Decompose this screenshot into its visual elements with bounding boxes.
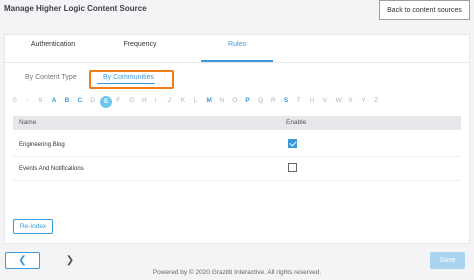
table-header: Name Enable: [13, 116, 461, 130]
table-row: Events And Notifications: [13, 157, 461, 181]
alphabet-letter-a[interactable]: A: [52, 97, 57, 104]
column-header-enable: Enable: [286, 119, 307, 126]
tab-rules[interactable]: Rules: [217, 41, 257, 48]
subtab-active-indicator: [97, 83, 155, 84]
enable-checkbox[interactable]: [288, 163, 297, 172]
chevron-left-icon: ❮: [18, 255, 27, 266]
page-title: Manage Higher Logic Content Source: [4, 4, 147, 13]
alphabet-letter-9[interactable]: 9: [39, 97, 43, 104]
table-row: Engineering Blog: [13, 133, 461, 157]
alphabet-letter-y[interactable]: Y: [361, 97, 365, 104]
alphabet-letter-u[interactable]: U: [310, 97, 315, 104]
alphabet-letter-w[interactable]: W: [336, 97, 342, 104]
alphabet-letter-g[interactable]: G: [129, 97, 134, 104]
back-to-content-sources-button[interactable]: Back to content sources: [379, 0, 470, 20]
alphabet-letter-t[interactable]: T: [297, 97, 301, 104]
subtab-by-communities[interactable]: By Communities: [89, 70, 174, 89]
alphabet-letter-j[interactable]: J: [168, 97, 171, 104]
alphabet-letter-r[interactable]: R: [271, 97, 276, 104]
chevron-right-icon: ❯: [65, 255, 75, 266]
alphabet-filter: 0 - 9 A B CDEF G H I J K L MN O P Q R S T U V WX Y Z: [13, 96, 393, 109]
alphabet-letter-z[interactable]: Z: [374, 97, 378, 104]
alphabet-letter-h[interactable]: H: [142, 97, 147, 104]
alphabet-letter-q[interactable]: Q: [258, 97, 263, 104]
tab-divider: [5, 62, 469, 63]
next-button[interactable]: ❯: [62, 252, 78, 269]
row-name: Engineering Blog: [19, 142, 65, 148]
alphabet-letter-e[interactable]: E: [100, 96, 113, 108]
alphabet-letter-i[interactable]: I: [155, 97, 157, 104]
alphabet-letter-d[interactable]: D: [90, 97, 95, 104]
header: Manage Higher Logic Content Source Back …: [0, 0, 474, 24]
alphabet-letter-k[interactable]: K: [181, 97, 185, 104]
enable-checkbox[interactable]: [288, 139, 297, 148]
tab-authentication[interactable]: Authentication: [27, 41, 79, 48]
column-header-name: Name: [19, 119, 37, 126]
rules-card: Authentication Frequency Rules By Conten…: [4, 34, 470, 244]
alphabet-letter-n[interactable]: N: [219, 97, 224, 104]
alphabet-letter-s[interactable]: S: [284, 97, 288, 104]
alphabet-letter-o[interactable]: O: [232, 97, 237, 104]
footer-copyright: Powered by © 2020 Grazitti Interactive. …: [152, 269, 322, 276]
save-button[interactable]: Save: [430, 252, 465, 269]
alphabet-letter-b[interactable]: B: [65, 97, 70, 104]
alphabet-letter-p[interactable]: P: [245, 97, 249, 104]
alphabet-letter-f[interactable]: F: [116, 97, 120, 104]
alphabet-letter-m[interactable]: M: [207, 97, 212, 104]
page: Manage Higher Logic Content Source Back …: [0, 0, 474, 280]
row-name: Events And Notifications: [19, 166, 84, 172]
alphabet-letter-v[interactable]: V: [323, 97, 327, 104]
subtab-by-content-type[interactable]: By Content Type: [25, 74, 77, 81]
previous-button[interactable]: ❮: [5, 252, 40, 269]
alphabet-letter-x[interactable]: X: [348, 97, 352, 104]
reindex-button[interactable]: Re-Index: [13, 219, 53, 234]
alphabet-letter-dash[interactable]: -: [26, 97, 28, 104]
subtab-by-communities-label: By Communities: [103, 74, 154, 81]
alphabet-letter-c[interactable]: C: [78, 97, 83, 104]
tab-active-indicator: [201, 60, 273, 62]
alphabet-letter-0[interactable]: 0: [13, 97, 17, 104]
tab-frequency[interactable]: Frequency: [117, 41, 163, 48]
alphabet-letter-l[interactable]: L: [194, 97, 198, 104]
